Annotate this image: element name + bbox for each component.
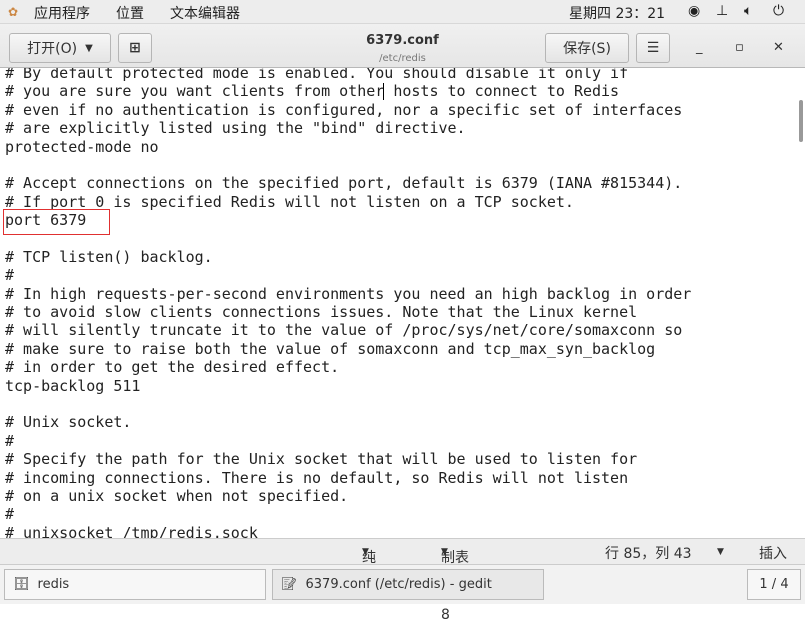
close-button[interactable]: ✕ <box>773 40 784 55</box>
editor-line: # Accept connections on the specified po… <box>5 174 683 193</box>
file-manager-icon: 🗄︎ <box>13 577 30 592</box>
editor-line: # on a unix socket when not specified. <box>5 486 349 505</box>
minimize-button[interactable]: _ <box>696 40 703 55</box>
editor-line: # TCP listen() backlog. <box>5 247 213 266</box>
status-bar: 纯文本 ▼ 制表符宽度：8 ▼ 行 85，列 43 ▼ 插入 <box>0 538 805 623</box>
editor-line: # Specify the path for the Unix socket t… <box>5 450 638 469</box>
places-menu[interactable]: 位置 <box>116 3 144 23</box>
task-redis[interactable]: 🗄︎ redis <box>4 569 266 600</box>
task-label: redis <box>37 577 70 592</box>
volume-icon[interactable]: 🔈︎ <box>744 3 752 19</box>
editor-line: # to avoid slow clients connections issu… <box>5 303 638 322</box>
save-button[interactable]: 保存(S) <box>545 33 629 63</box>
editor-line: # <box>5 505 15 524</box>
insert-mode: 插入 <box>759 546 787 562</box>
hamburger-icon: ☰ <box>646 40 660 56</box>
power-icon[interactable]: ⏻ <box>773 3 784 19</box>
clock[interactable]: 星期四 23：21 <box>569 3 665 23</box>
task-label: 6379.conf (/etc/redis) - gedit <box>305 577 492 592</box>
accessibility-icon[interactable]: ◉ <box>688 3 700 19</box>
editor-line: # incoming connections. There is no defa… <box>5 468 629 487</box>
top-panel: ✿ 应用程序 位置 文本编辑器 星期四 23：21 ◉ ⊥ 🔈︎ ⏻ <box>0 0 805 24</box>
text-editor[interactable]: # By default protected mode is enabled. … <box>0 68 798 538</box>
text-cursor <box>383 83 384 100</box>
applications-menu[interactable]: 应用程序 <box>34 3 90 23</box>
editor-line: # In high requests-per-second environmen… <box>5 284 692 303</box>
header-bar: 打开(O) ▼ ⊞ 6379.conf /etc/redis 保存(S) ☰ _ … <box>0 24 805 68</box>
editor-lines: # By default protected mode is enabled. … <box>5 68 691 538</box>
task-gedit[interactable]: 📝︎ 6379.conf (/etc/redis) - gedit <box>272 569 544 600</box>
document-title: 6379.conf <box>366 33 439 48</box>
editor-line: # unixsocket /tmp/redis.sock <box>5 523 258 538</box>
cursor-position[interactable]: 行 85，列 43 <box>605 543 692 563</box>
vertical-scrollbar[interactable] <box>799 100 803 142</box>
chevron-down-icon: ▼ <box>441 547 448 557</box>
chevron-down-icon[interactable]: ▼ <box>717 547 724 557</box>
new-document-icon: ⊞ <box>129 40 141 56</box>
current-app-menu[interactable]: 文本编辑器 <box>170 3 240 23</box>
editor-line: # in order to get the desired effect. <box>5 358 340 377</box>
menu-button[interactable]: ☰ <box>636 33 670 63</box>
editor-line: # will silently truncate it to the value… <box>5 321 683 340</box>
app-menu-icon: ✿ <box>8 5 19 19</box>
editor-line: tcp-backlog 511 <box>5 376 141 395</box>
editor-line: protected-mode no <box>5 137 159 156</box>
gedit-icon: 📝︎ <box>281 577 298 592</box>
editor-line: # are explicitly listed using the "bind"… <box>5 119 466 138</box>
network-icon[interactable]: ⊥ <box>716 3 728 19</box>
editor-line: # Unix socket. <box>5 413 132 432</box>
chevron-down-icon: ▼ <box>85 42 93 54</box>
open-button[interactable]: 打开(O) ▼ <box>9 33 111 63</box>
open-label: 打开(O) <box>27 41 78 57</box>
editor-line: # even if no authentication is configure… <box>5 100 683 119</box>
editor-line: # <box>5 266 15 285</box>
workspace-switcher[interactable]: 1 / 4 <box>747 569 801 600</box>
chevron-down-icon: ▼ <box>362 547 369 557</box>
editor-line: # make sure to raise both the value of s… <box>5 339 656 358</box>
editor-line: # <box>5 431 15 450</box>
editor-line: # you are sure you want clients from oth… <box>5 82 620 101</box>
highlight-box <box>3 209 110 235</box>
maximize-button[interactable]: ▫ <box>735 40 744 55</box>
document-path: /etc/redis <box>379 53 426 64</box>
editor-line: # By default protected mode is enabled. … <box>5 68 629 82</box>
new-document-button[interactable]: ⊞ <box>118 33 152 63</box>
taskbar: 🗄︎ redis 📝︎ 6379.conf (/etc/redis) - gedit… <box>0 564 805 604</box>
